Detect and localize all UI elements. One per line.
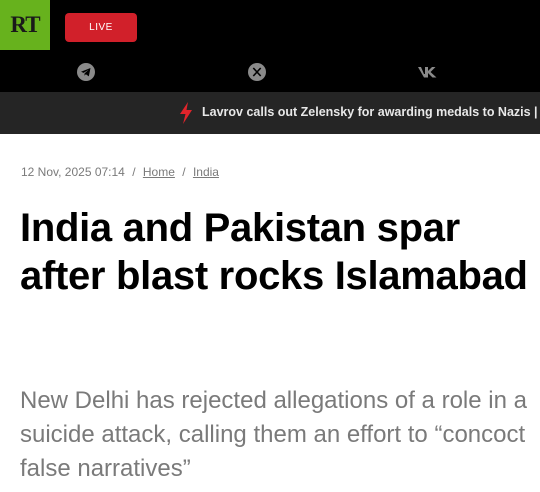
article-title: India and Pakistan spar after blast rock… (20, 206, 528, 298)
telegram-icon[interactable] (76, 62, 96, 82)
news-ticker[interactable]: Lavrov calls out Zelensky for awarding m… (0, 92, 540, 134)
breadcrumb-home[interactable]: Home (143, 165, 175, 179)
x-icon[interactable] (247, 62, 267, 82)
breadcrumb-separator: / (182, 165, 186, 179)
breadcrumb-india[interactable]: India (193, 165, 219, 179)
article-meta: 12 Nov, 2025 07:14 / Home / India (21, 165, 219, 179)
article-lead: New Delhi has rejected allegations of a … (20, 387, 527, 482)
logo-text: RT (10, 12, 40, 37)
publish-date: 12 Nov, 2025 07:14 (21, 165, 125, 179)
vk-icon[interactable] (416, 62, 440, 82)
lightning-icon (180, 102, 192, 124)
rt-logo[interactable]: RT (0, 0, 50, 50)
ticker-headline[interactable]: Lavrov calls out Zelensky for awarding m… (202, 105, 540, 119)
breadcrumb-separator: / (132, 165, 136, 179)
live-button[interactable]: LIVE (65, 13, 137, 42)
top-bar: RT LIVE (0, 0, 540, 92)
